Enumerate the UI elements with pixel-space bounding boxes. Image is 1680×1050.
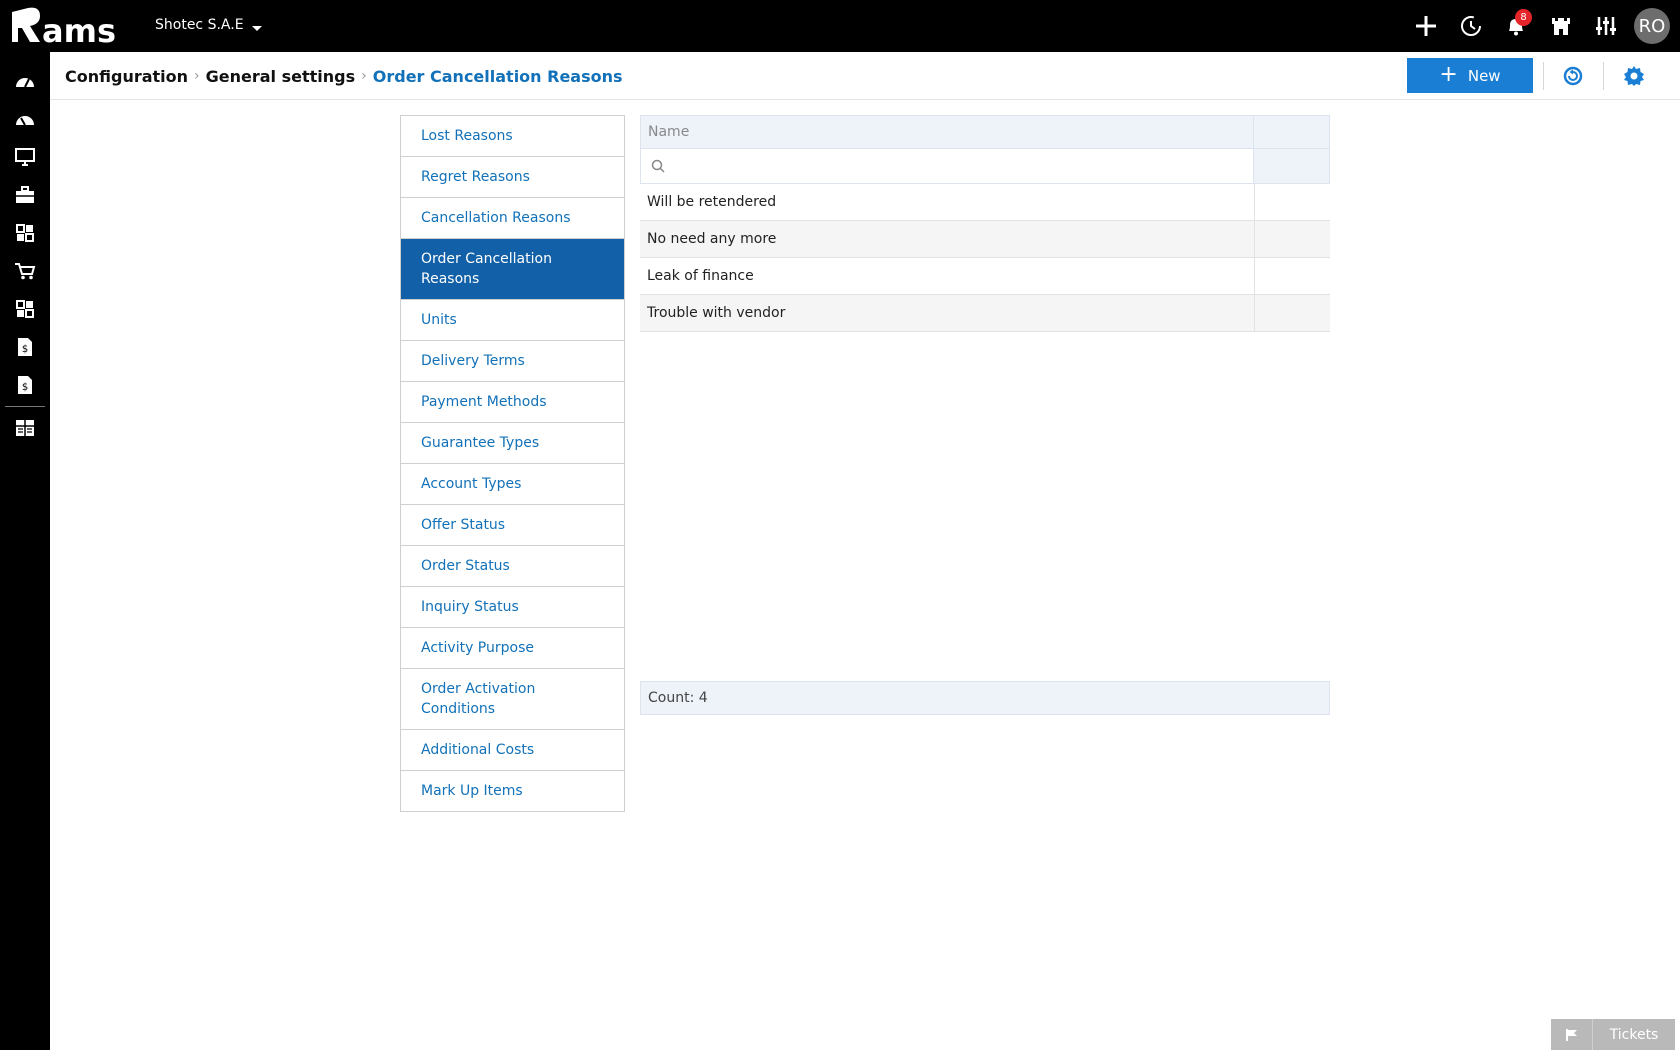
filter-actions-cell xyxy=(1254,149,1329,183)
menu-item-inquiry-status[interactable]: Inquiry Status xyxy=(401,587,624,628)
menu-item-account-types[interactable]: Account Types xyxy=(401,464,624,505)
settings-menu: Lost Reasons Regret Reasons Cancellation… xyxy=(400,115,625,812)
row-actions xyxy=(1255,221,1330,257)
menu-item-mark-up-items[interactable]: Mark Up Items xyxy=(401,771,624,812)
data-grid: Name Will be retendered No need any more… xyxy=(640,115,1330,332)
new-button[interactable]: + New xyxy=(1407,58,1533,93)
breadcrumb-configuration[interactable]: Configuration xyxy=(65,67,188,86)
plus-icon[interactable] xyxy=(1403,0,1448,52)
menu-item-order-cancellation-reasons[interactable]: Order Cancellation Reasons xyxy=(401,239,624,300)
top-toolbar: 8 RO xyxy=(1403,0,1680,52)
column-header-actions xyxy=(1254,116,1329,148)
company-name: Shotec S.A.E xyxy=(155,17,244,33)
row-actions xyxy=(1255,258,1330,294)
toolbar-divider xyxy=(1603,62,1604,90)
dashboard-icon[interactable] xyxy=(0,100,50,138)
nav-divider xyxy=(5,406,45,407)
modules-icon[interactable] xyxy=(0,290,50,328)
menu-item-order-status[interactable]: Order Status xyxy=(401,546,624,587)
cart-icon[interactable] xyxy=(0,252,50,290)
menu-item-order-activation-conditions[interactable]: Order Activation Conditions xyxy=(401,669,624,730)
menu-item-guarantee-types[interactable]: Guarantee Types xyxy=(401,423,624,464)
top-bar: ams Shotec S.A.E 8 RO xyxy=(0,0,1680,52)
monitor-icon[interactable] xyxy=(0,138,50,176)
sliders-icon[interactable] xyxy=(1583,0,1628,52)
tickets-label: Tickets xyxy=(1609,1026,1659,1043)
settings-gear-icon[interactable] xyxy=(1622,64,1646,88)
chevron-right-icon: › xyxy=(194,68,200,84)
table-row[interactable]: Will be retendered xyxy=(640,184,1330,221)
row-name: Leak of finance xyxy=(640,258,1255,294)
search-icon xyxy=(651,159,665,173)
menu-item-regret-reasons[interactable]: Regret Reasons xyxy=(401,157,624,198)
chevron-right-icon: › xyxy=(361,68,367,84)
row-name: Will be retendered xyxy=(640,184,1255,220)
new-button-label: New xyxy=(1467,66,1501,85)
chevron-down-icon xyxy=(251,25,262,31)
menu-item-delivery-terms[interactable]: Delivery Terms xyxy=(401,341,624,382)
grid-list-icon[interactable] xyxy=(0,409,50,447)
grid-count-footer: Count: 4 xyxy=(640,681,1330,715)
table-row[interactable]: Leak of finance xyxy=(640,258,1330,295)
tickets-button[interactable]: Tickets xyxy=(1551,1019,1675,1050)
grid-header: Name xyxy=(640,115,1330,149)
filter-cell xyxy=(641,149,1254,183)
briefcase-icon[interactable] xyxy=(0,176,50,214)
page-title: Order Cancellation Reasons xyxy=(372,66,623,86)
grid-filter-row xyxy=(640,149,1330,184)
row-name: Trouble with vendor xyxy=(640,295,1255,331)
bell-icon[interactable]: 8 xyxy=(1493,0,1538,52)
app-logo[interactable]: ams xyxy=(10,4,130,48)
menu-item-cancellation-reasons[interactable]: Cancellation Reasons xyxy=(401,198,624,239)
notification-badge: 8 xyxy=(1515,9,1532,26)
toolbar-divider xyxy=(1543,62,1544,90)
menu-item-activity-purpose[interactable]: Activity Purpose xyxy=(401,628,624,669)
flag-icon xyxy=(1551,1019,1593,1050)
table-row[interactable]: Trouble with vendor xyxy=(640,295,1330,332)
table-row[interactable]: No need any more xyxy=(640,221,1330,258)
svg-text:$: $ xyxy=(22,344,28,355)
row-actions xyxy=(1255,295,1330,331)
column-header-name[interactable]: Name xyxy=(641,116,1254,148)
menu-item-lost-reasons[interactable]: Lost Reasons xyxy=(401,116,624,157)
search-input[interactable] xyxy=(671,158,1243,174)
company-selector[interactable]: Shotec S.A.E xyxy=(155,17,262,33)
menu-item-additional-costs[interactable]: Additional Costs xyxy=(401,730,624,771)
invoice-icon[interactable]: $ xyxy=(0,328,50,366)
castle-icon[interactable] xyxy=(1538,0,1583,52)
menu-item-units[interactable]: Units xyxy=(401,300,624,341)
breadcrumb-bar: Configuration › General settings › Order… xyxy=(50,52,1680,100)
menu-item-payment-methods[interactable]: Payment Methods xyxy=(401,382,624,423)
svg-text:$: $ xyxy=(22,382,28,393)
row-name: No need any more xyxy=(640,221,1255,257)
history-icon[interactable] xyxy=(1448,0,1493,52)
breadcrumb-general-settings[interactable]: General settings xyxy=(206,67,356,86)
row-actions xyxy=(1255,184,1330,220)
svg-text:ams: ams xyxy=(42,12,116,46)
refresh-icon[interactable] xyxy=(1561,64,1585,88)
rams-logo-icon: ams xyxy=(12,7,116,46)
avatar[interactable]: RO xyxy=(1634,8,1670,44)
invoice-icon[interactable]: $ xyxy=(0,366,50,404)
modules-icon[interactable] xyxy=(0,214,50,252)
menu-item-offer-status[interactable]: Offer Status xyxy=(401,505,624,546)
left-navigation: $ $ xyxy=(0,52,50,1050)
breadcrumb: Configuration › General settings › Order… xyxy=(65,52,623,100)
plus-icon: + xyxy=(1439,61,1458,87)
dashboard-icon[interactable] xyxy=(0,62,50,100)
